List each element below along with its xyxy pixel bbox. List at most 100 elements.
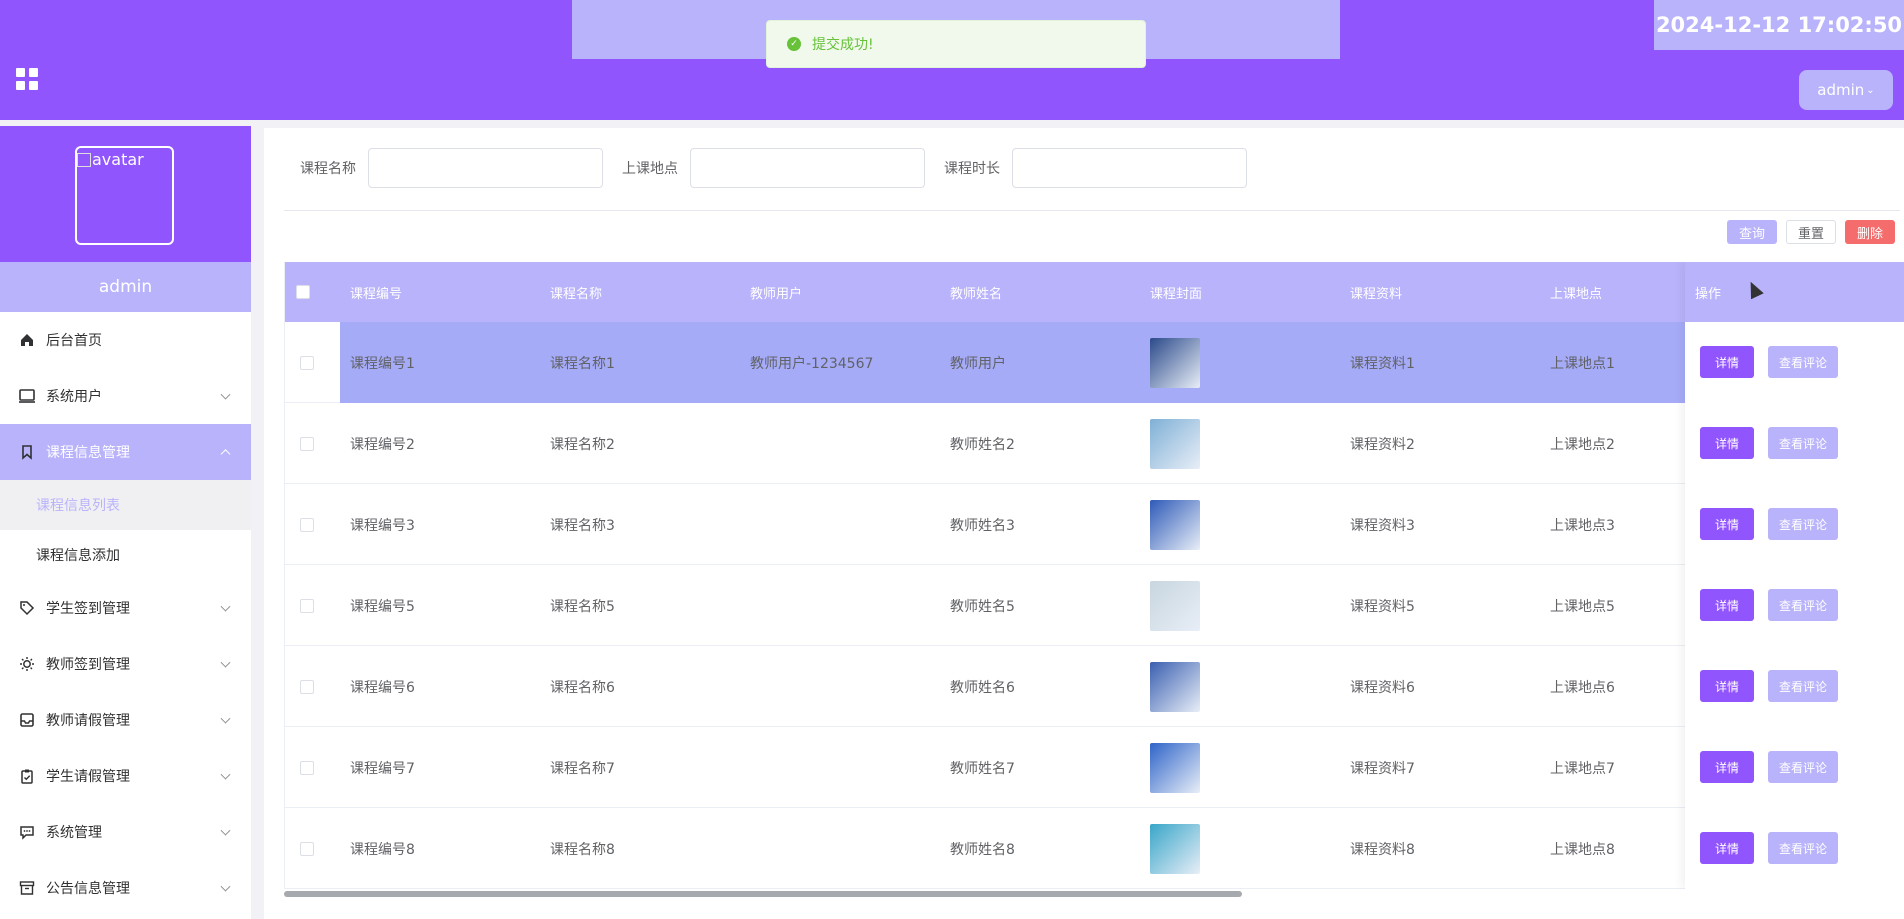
toast-message: 提交成功!	[812, 37, 874, 53]
cell-course-name: 课程名称1	[550, 355, 615, 372]
sidebar-item-0[interactable]: 后台首页	[0, 312, 251, 368]
submenu-item-1[interactable]: 课程信息添加	[0, 530, 251, 580]
cell-course-code: 课程编号2	[350, 436, 415, 453]
sidebar-item-label: 学生请假管理	[46, 769, 130, 785]
avatar-alt-text: avatar	[92, 150, 144, 169]
row-checkbox[interactable]	[300, 517, 314, 532]
sidebar-item-1[interactable]: 系统用户	[0, 368, 251, 424]
course-cover-image[interactable]	[1150, 418, 1200, 469]
broken-image-icon	[77, 153, 91, 167]
table-row[interactable]: 课程编号8 课程名称8 教师姓名8 课程资料8 上课地点8	[285, 808, 1904, 889]
chat-icon	[18, 823, 36, 841]
view-comments-button[interactable]: 查看评论	[1768, 508, 1838, 540]
sidebar-item-8[interactable]: 公告信息管理	[0, 860, 251, 916]
horizontal-scrollbar[interactable]	[284, 891, 1242, 897]
table-row[interactable]: 课程编号7 课程名称7 教师姓名7 课程资料7 上课地点7	[285, 727, 1904, 808]
avatar: avatar	[75, 146, 174, 245]
cell-teacher-name: 教师姓名5	[950, 598, 1015, 615]
header-operations: 操作	[1685, 262, 1904, 322]
course-cover-image[interactable]	[1150, 661, 1200, 712]
table-row[interactable]: 课程编号6 课程名称6 教师姓名6 课程资料6 上课地点6	[285, 646, 1904, 727]
cell-course-code: 课程编号6	[350, 679, 415, 696]
detail-button[interactable]: 详情	[1700, 832, 1754, 864]
monitor-icon	[18, 387, 36, 405]
view-comments-button[interactable]: 查看评论	[1768, 832, 1838, 864]
table-row[interactable]: 课程编号3 课程名称3 教师姓名3 课程资料3 上课地点3	[285, 484, 1904, 565]
view-comments-button[interactable]: 查看评论	[1768, 670, 1838, 702]
sidebar-item-4[interactable]: 教师签到管理	[0, 636, 251, 692]
sun-icon	[18, 655, 36, 673]
course-cover-image[interactable]	[1150, 823, 1200, 874]
course-cover-image[interactable]	[1150, 337, 1200, 388]
row-checkbox[interactable]	[300, 760, 314, 775]
user-dropdown-button[interactable]: admin ⌄	[1799, 70, 1893, 110]
row-checkbox[interactable]	[300, 841, 314, 856]
submenu-item-0[interactable]: 课程信息列表	[0, 480, 251, 530]
row-checkbox-cell	[300, 727, 314, 808]
sidebar-item-6[interactable]: 学生请假管理	[0, 748, 251, 804]
view-comments-button[interactable]: 查看评论	[1768, 589, 1838, 621]
view-comments-button[interactable]: 查看评论	[1768, 346, 1838, 378]
table-row[interactable]: 课程编号2 课程名称2 教师姓名2 课程资料2 上课地点2	[285, 403, 1904, 484]
sidebar-item-3[interactable]: 学生签到管理	[0, 580, 251, 636]
cell-materials: 课程资料3	[1350, 517, 1415, 534]
row-checkbox[interactable]	[300, 355, 314, 370]
cell-materials: 课程资料8	[1350, 841, 1415, 858]
search-form: 课程名称 上课地点 课程时长	[300, 148, 1266, 188]
detail-button[interactable]: 详情	[1700, 346, 1754, 378]
archive-icon	[18, 879, 36, 897]
divider	[284, 210, 1900, 211]
chevron-icon	[220, 601, 231, 612]
row-checkbox[interactable]	[300, 598, 314, 613]
cell-cover	[1150, 727, 1200, 808]
menu-grid-icon[interactable]	[16, 68, 38, 90]
row-checkbox[interactable]	[300, 436, 314, 451]
cell-location: 上课地点8	[1550, 841, 1615, 858]
view-comments-button[interactable]: 查看评论	[1768, 427, 1838, 459]
sidebar-item-label: 后台首页	[46, 333, 102, 349]
course-name-input[interactable]	[368, 148, 603, 188]
cell-location: 上课地点2	[1550, 436, 1615, 453]
row-checkbox[interactable]	[300, 679, 314, 694]
sidebar-item-7[interactable]: 系统管理	[0, 804, 251, 860]
detail-button[interactable]: 详情	[1700, 751, 1754, 783]
row-checkbox-cell	[300, 403, 314, 484]
chevron-icon	[220, 769, 231, 780]
detail-button[interactable]: 详情	[1700, 427, 1754, 459]
course-cover-image[interactable]	[1150, 742, 1200, 793]
cell-teacher-name: 教师姓名2	[950, 436, 1015, 453]
reset-button[interactable]: 重置	[1786, 220, 1836, 244]
sidebar-item-5[interactable]: 教师请假管理	[0, 692, 251, 748]
cell-course-name: 课程名称3	[550, 517, 615, 534]
row-highlight	[340, 322, 1685, 403]
course-name-label: 课程名称	[300, 161, 356, 177]
tag-icon	[18, 599, 36, 617]
select-all-checkbox[interactable]	[296, 285, 310, 299]
row-actions: 详情 查看评论	[1700, 832, 1838, 864]
delete-button[interactable]: 删除	[1845, 220, 1895, 244]
cell-cover	[1150, 646, 1200, 727]
header-materials: 课程资料	[1350, 286, 1403, 302]
table-row[interactable]: 课程编号1 课程名称1 教师用户-1234567 教师用户 课程资料1 上课地点1	[285, 322, 1904, 403]
cell-cover	[1150, 322, 1200, 403]
header-cover: 课程封面	[1150, 286, 1203, 302]
table-row[interactable]: 课程编号5 课程名称5 教师姓名5 课程资料5 上课地点5	[285, 565, 1904, 646]
detail-button[interactable]: 详情	[1700, 670, 1754, 702]
row-actions: 详情 查看评论	[1700, 427, 1838, 459]
location-input[interactable]	[690, 148, 925, 188]
clipboard-check-icon	[18, 767, 36, 785]
action-bar: 查询 重置 删除	[1727, 220, 1895, 244]
sidebar-item-label: 公告信息管理	[46, 881, 130, 897]
duration-label: 课程时长	[944, 161, 1000, 177]
detail-button[interactable]: 详情	[1700, 508, 1754, 540]
chevron-icon	[220, 449, 231, 460]
fixed-operations-column: 操作 详情 查看评论 详情 查看评论 详情 查看评论 详情 查看评论 详情 查看评论 详情 查看评论详…	[1685, 262, 1904, 889]
course-cover-image[interactable]	[1150, 580, 1200, 631]
duration-input[interactable]	[1012, 148, 1247, 188]
course-cover-image[interactable]	[1150, 499, 1200, 550]
view-comments-button[interactable]: 查看评论	[1768, 751, 1838, 783]
sidebar-item-2[interactable]: 课程信息管理	[0, 424, 251, 480]
query-button[interactable]: 查询	[1727, 220, 1777, 244]
sidebar-item-label: 教师请假管理	[46, 713, 130, 729]
detail-button[interactable]: 详情	[1700, 589, 1754, 621]
